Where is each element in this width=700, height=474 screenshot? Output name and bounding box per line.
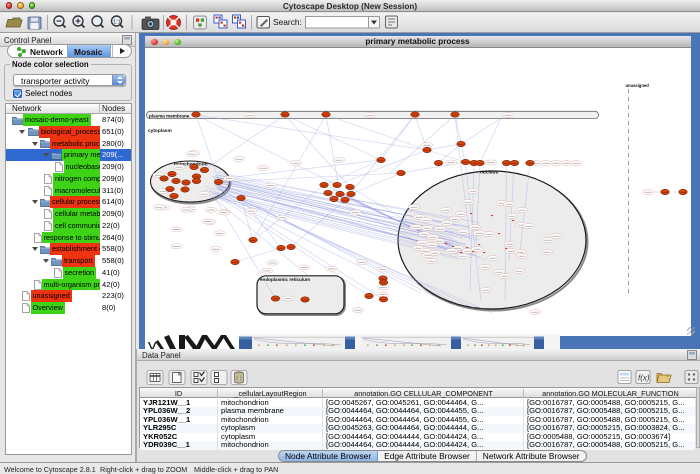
svg-text:nucleus: nucleus xyxy=(480,169,498,175)
svg-text:unassigned: unassigned xyxy=(625,83,649,88)
svg-text:f(x): f(x) xyxy=(638,374,650,383)
svg-text:1:1: 1:1 xyxy=(113,19,121,25)
svg-text:plasma membrane: plasma membrane xyxy=(149,113,190,118)
svg-text:endoplasmic reticulum: endoplasmic reticulum xyxy=(260,277,310,282)
svg-text:cytoplasm: cytoplasm xyxy=(148,128,172,134)
svg-text:Search:: Search: xyxy=(273,17,302,27)
